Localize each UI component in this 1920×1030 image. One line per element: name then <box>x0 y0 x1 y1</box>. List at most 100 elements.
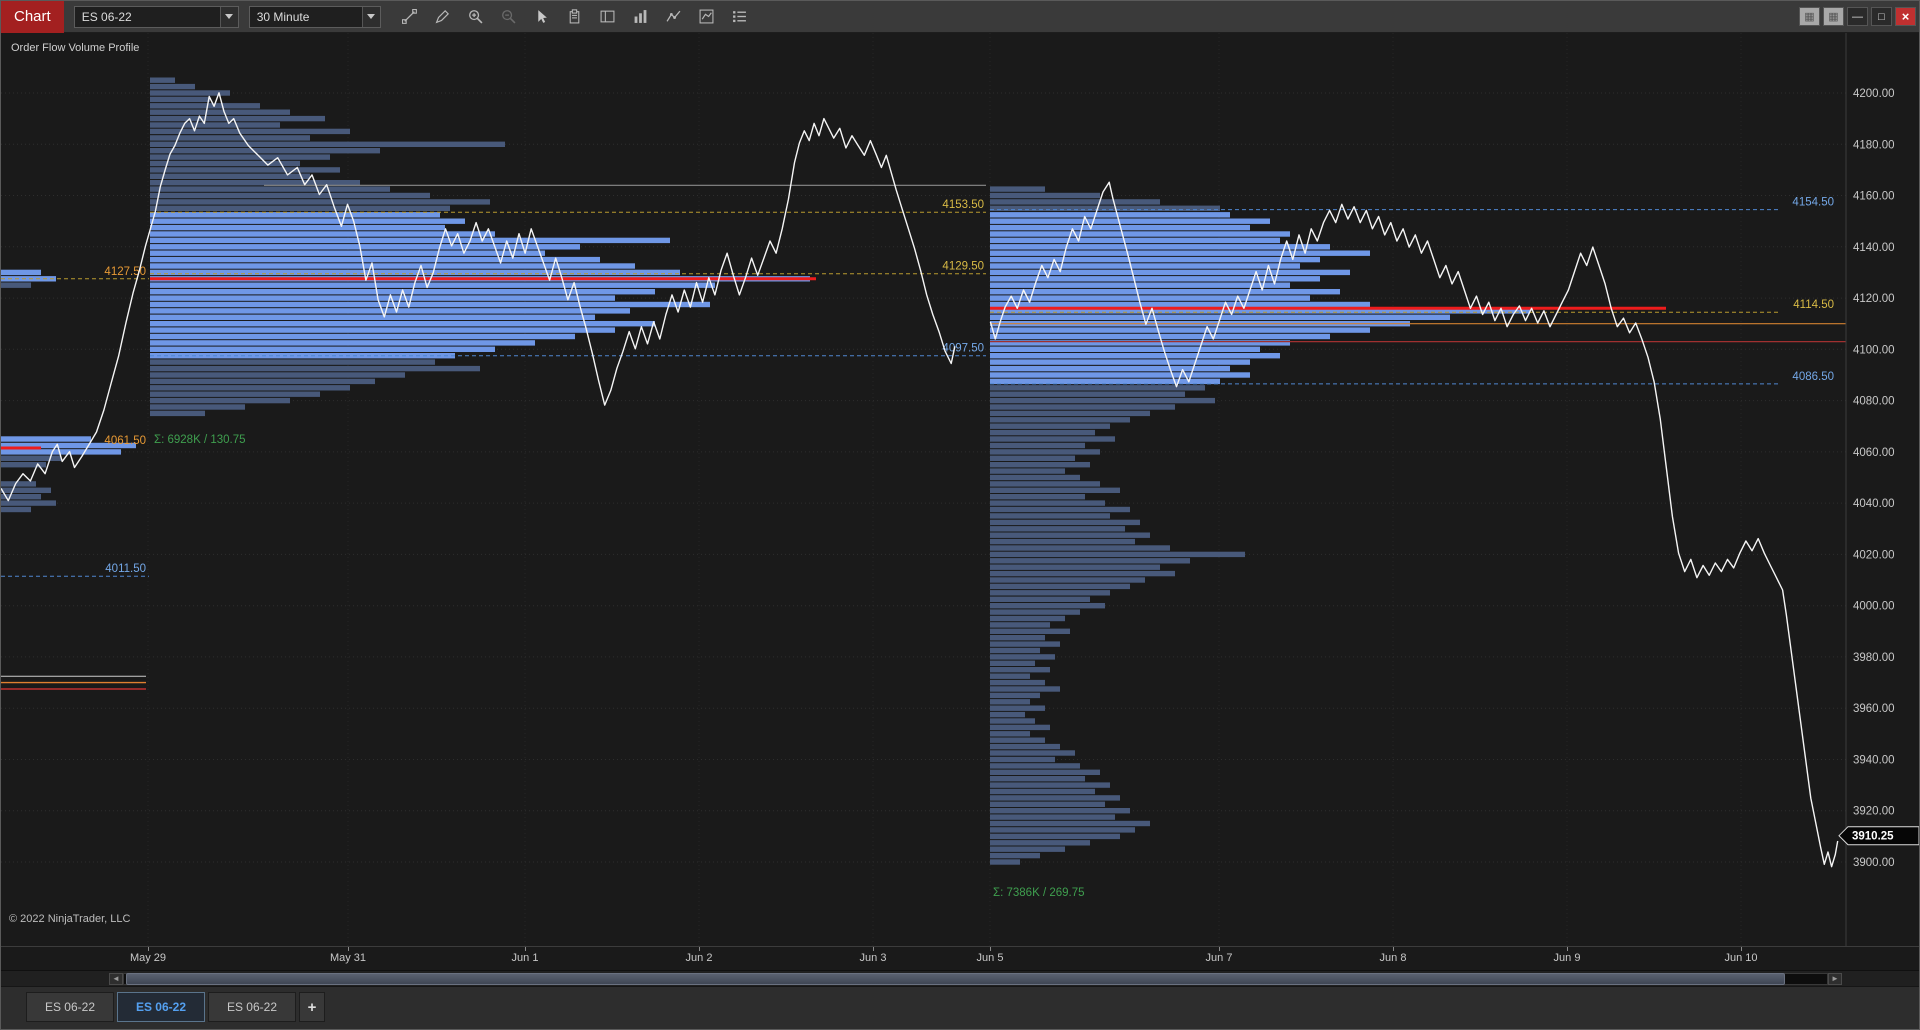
chevron-down-icon <box>361 6 380 27</box>
volume-profile-bar <box>150 410 205 417</box>
time-axis-tick <box>148 947 149 951</box>
time-axis-tick <box>1219 947 1220 951</box>
volume-profile-bar <box>990 551 1245 558</box>
scrollbar-row: ◄ ► <box>1 970 1919 987</box>
grid-layout-button-2[interactable]: ▦ <box>1823 7 1844 26</box>
tab-es-06-22-1[interactable]: ES 06-22 <box>26 992 114 1022</box>
volume-profile-bar <box>990 417 1130 423</box>
volume-profile-bar <box>150 314 595 320</box>
chart-canvas[interactable]: 4153.504129.504097.504127.504061.504011.… <box>1 33 1920 946</box>
volume-profile-bar <box>990 237 1280 244</box>
scrollbar-left-arrow[interactable]: ◄ <box>109 973 123 985</box>
trendline-icon[interactable] <box>395 3 424 30</box>
time-axis-label: Jun 8 <box>1379 952 1407 964</box>
volume-profile-bar <box>990 353 1280 359</box>
chart-region-icon[interactable] <box>692 3 721 30</box>
y-axis-label: 4080.00 <box>1853 396 1895 408</box>
instrument-select[interactable]: ES 06-22 <box>73 5 239 28</box>
tab-es-06-22-2-active[interactable]: ES 06-22 <box>117 992 205 1022</box>
minimize-button[interactable]: — <box>1847 7 1868 26</box>
volume-profile-bar <box>990 378 1220 385</box>
panel-split-icon[interactable] <box>593 3 622 30</box>
add-tab-button[interactable]: + <box>299 992 325 1022</box>
tab-bar: ES 06-22 ES 06-22 ES 06-22 + <box>1 986 1919 1029</box>
volume-profile-bar <box>990 500 1105 506</box>
volume-profile-bar <box>990 788 1095 795</box>
y-axis-label: 4000.00 <box>1853 601 1895 613</box>
list-icon[interactable] <box>725 3 754 30</box>
volume-profile-bar <box>990 199 1160 205</box>
scrollbar-right-arrow[interactable]: ► <box>1828 973 1842 985</box>
time-axis-tick <box>873 947 874 951</box>
volume-profile-bar <box>150 365 480 372</box>
interval-select[interactable]: 30 Minute <box>248 5 381 28</box>
time-axis-label: Jun 9 <box>1553 952 1581 964</box>
volume-profile-bar <box>990 301 1370 308</box>
volume-profile-bar <box>990 782 1110 788</box>
zoom-in-icon[interactable] <box>461 3 490 30</box>
copyright-label: © 2022 NinjaTrader, LLC <box>9 913 131 925</box>
volume-profile-bar <box>1 269 41 276</box>
clipboard-icon[interactable] <box>560 3 589 30</box>
volume-profile-bar <box>990 776 1085 782</box>
volume-profile-bar <box>150 340 535 346</box>
volume-profile-bar <box>990 731 1030 737</box>
volume-profile-bar <box>150 237 670 244</box>
y-axis-label: 4020.00 <box>1853 549 1895 561</box>
polyline-icon[interactable] <box>659 3 688 30</box>
volume-profile-bar <box>150 122 280 128</box>
volume-profile-bar <box>990 256 1320 263</box>
close-button[interactable]: × <box>1895 7 1916 26</box>
volume-profile-bar <box>990 859 1020 865</box>
interval-select-value: 30 Minute <box>256 9 310 24</box>
volume-profile-bar <box>990 570 1175 577</box>
grid-layout-button[interactable]: ▦ <box>1799 7 1820 26</box>
volume-profile-bar <box>990 686 1060 692</box>
ninjatrader-chart-window: Chart ES 06-22 30 Minute ▦ ▦ — □ × 4153.50 41… <box>0 0 1920 1030</box>
y-axis-label: 4100.00 <box>1853 344 1895 356</box>
volume-profile-bar <box>150 269 680 276</box>
volume-profile-bar <box>990 404 1175 410</box>
time-axis[interactable]: May 29 May 31 Jun 1 Jun 2 Jun 3 Jun 5 Jun 7 Jun… <box>1 946 1919 971</box>
volume-profile-bar <box>990 743 1060 750</box>
volume-profile-bar <box>990 218 1270 224</box>
tab-es-06-22-3[interactable]: ES 06-22 <box>208 992 296 1022</box>
volume-profile-bar <box>150 141 505 147</box>
zoom-out-icon[interactable] <box>494 3 523 30</box>
volume-profile-bar <box>1 500 56 506</box>
chart-menu-button[interactable]: Chart <box>1 1 64 33</box>
volume-profile-bar <box>150 167 340 173</box>
time-axis-tick <box>1393 947 1394 951</box>
volume-profile-bar <box>1 436 91 442</box>
chart-region[interactable]: 4153.50 4129.50 4097.50 4127.50 4061.50 4011.… <box>1 33 1920 946</box>
volume-profile-bar <box>990 808 1130 814</box>
cursor-icon[interactable] <box>527 3 556 30</box>
volume-profile-bar <box>990 795 1120 801</box>
volume-profile-bar <box>150 160 300 167</box>
volume-profile-bar <box>990 532 1150 538</box>
pencil-icon[interactable] <box>428 3 457 30</box>
volume-profile-bar <box>990 596 1090 602</box>
volume-profile-bar <box>990 545 1170 551</box>
price-level-label: 4097.50 <box>942 343 984 355</box>
profile-sum-label: Σ: 6928K / 130.75 <box>154 434 246 446</box>
scrollbar-thumb[interactable] <box>126 973 1785 985</box>
volume-profile-bar <box>150 154 330 160</box>
volume-profile-bar <box>150 192 430 199</box>
volume-profile-bar <box>990 481 1100 487</box>
volume-profile-bar <box>990 205 1220 211</box>
volume-profile-bar <box>990 276 1320 282</box>
volume-profile-bar <box>990 756 1055 763</box>
y-axis-label: 4040.00 <box>1853 498 1895 510</box>
instrument-select-value: ES 06-22 <box>81 9 132 24</box>
time-axis-label: Jun 5 <box>976 952 1004 964</box>
volume-profile-bar <box>1 487 51 493</box>
bar-chart-icon[interactable] <box>626 3 655 30</box>
volume-profile-bar <box>150 282 715 288</box>
volume-profile-bar <box>990 289 1340 295</box>
volume-profile-bar <box>150 96 210 103</box>
price-level-label: 4011.50 <box>105 563 146 575</box>
volume-profile-bar <box>150 359 435 365</box>
volume-profile-bar <box>990 622 1050 628</box>
restore-button[interactable]: □ <box>1871 7 1892 26</box>
